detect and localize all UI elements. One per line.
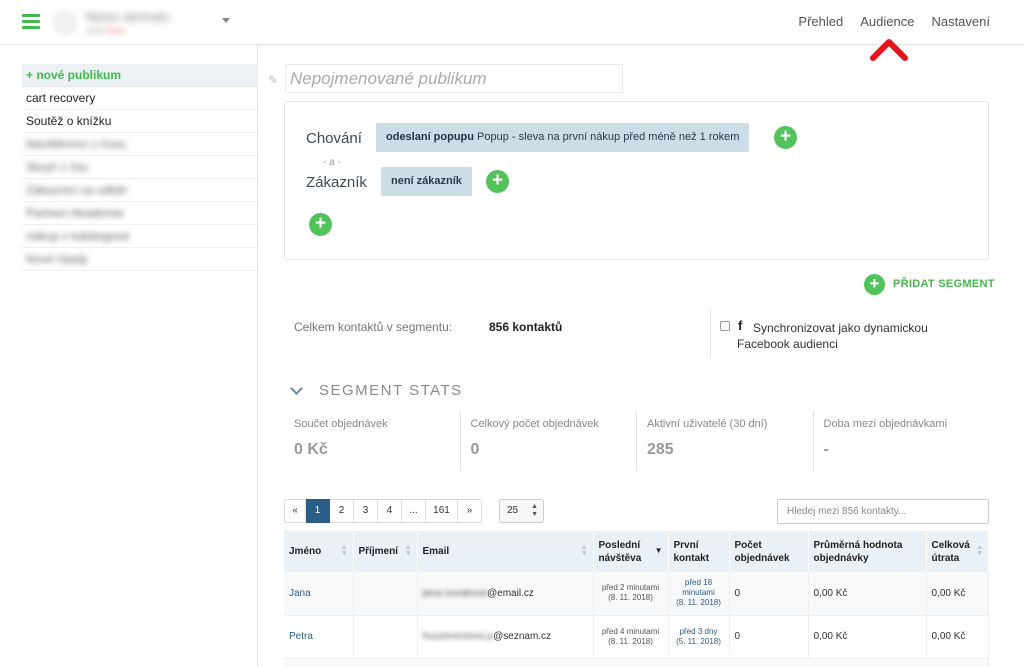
add-condition-button[interactable]: + [309,213,332,236]
segment-stats-toggle[interactable]: SEGMENT STATS [290,381,463,399]
list-item[interactable]: Zákaznici na odběr [22,179,258,202]
col-prvni-kontakt[interactable]: První kontakt [668,531,730,572]
stat-active-users: Aktivní uživatelé (30 dní) 285 [637,411,814,471]
cell-prvni-kontakt: před 3 dny (5. 11. 2018) [668,615,730,659]
chevron-down-icon [290,381,303,395]
page-prev[interactable]: « [284,499,306,523]
table-row[interactable] [284,658,989,667]
behavior-label: Chování [306,130,362,147]
list-item[interactable]: Partneri Akademie [22,202,258,225]
segment-builder: Chování odeslaní popupu Popup - sleva na… [284,101,989,260]
audience-list: + nové publikum cart recovery Soutěž o k… [22,64,258,271]
account-sub: účet free [86,26,125,37]
contacts-search-input[interactable] [777,499,989,524]
add-customer-condition-button[interactable]: + [486,170,509,193]
cell-prijmeni [353,615,418,659]
plus-icon: + [864,273,885,295]
add-segment-button[interactable]: + PŘIDAT SEGMENT [864,273,995,295]
pencil-icon: ✎ [268,73,279,87]
account-name: Název obchodu [86,10,170,24]
col-prumerna-hodnota[interactable]: Průměrná hodnota objednávky [808,531,927,572]
stat-orders-sum: Součet objednávek 0 Kč [284,411,461,471]
nav-prehled[interactable]: Přehled [798,14,843,29]
account-logo [52,10,78,36]
list-item[interactable]: nákup v katalogové [22,225,258,248]
table-row-partial [284,658,989,667]
main-nav: Přehled Audience Nastavení [798,14,990,29]
cell-posledni-navsteva: před 4 minutami (8. 11. 2018) [593,615,669,659]
divider [710,310,711,358]
cell-prijmeni [353,572,418,616]
customer-label: Zákazník [306,174,367,191]
col-pocet-objednavek[interactable]: Počet objednávek [729,531,809,572]
and-separator: - a - [323,157,341,168]
contacts-label: Celkem kontaktů v segmentu: [294,320,453,334]
cell-email: huuzimeniooo.p@seznam.cz [417,615,594,659]
cell-prumer: 0,00 Kč [808,615,927,659]
cell-jmeno: Petra [284,615,354,659]
audience-title-input[interactable] [285,64,623,93]
cell-prumer: 0,00 Kč [808,572,927,616]
nav-audience[interactable]: Audience [860,14,914,29]
cell-email: jana.novakova@email.cz [417,572,594,616]
list-item[interactable]: Návštěvníci z čsou [22,133,258,156]
list-item[interactable]: Skrytí z čsu [22,156,258,179]
cell-pocet: 0 [729,615,809,659]
audience-sidebar: + nové publikum cart recovery Soutěž o k… [0,45,258,667]
list-item[interactable]: Nové ťáady [22,248,258,271]
cell-posledni-navsteva: před 2 minutami (8. 11. 2018) [593,572,669,616]
page-last[interactable]: 161 [426,499,458,523]
facebook-sync-checkbox[interactable] [720,321,730,331]
segment-stats: Součet objednávek 0 Kč Celkový počet obje… [284,411,989,471]
col-email[interactable]: Email ▲ ▼ [417,531,594,572]
page-ellipsis: ... [402,499,426,523]
page-4[interactable]: 4 [378,499,402,523]
page-next[interactable]: » [458,499,482,523]
cell-celkem: 0,00 Kč [926,572,989,616]
segment-stats-title: SEGMENT STATS [319,382,463,399]
cell-jmeno: Jana [284,572,354,616]
page-2[interactable]: 2 [330,499,354,523]
pagination: « 1 2 3 4 ... 161 » [284,499,482,523]
account-switcher[interactable]: Název obchodu účet free [52,6,230,40]
cell-celkem: 0,00 Kč [926,615,989,659]
col-prijmeni[interactable]: Příjmení ▲ ▼ [353,531,418,572]
add-behavior-button[interactable]: + [774,126,797,149]
page-3[interactable]: 3 [354,499,378,523]
stat-order-interval: Doba mezi objednávkami - [823,418,948,458]
cell-pocet: 0 [729,572,809,616]
main-content: ✎ Chování odeslaní popupu Popup - sleva … [259,45,1024,667]
list-item[interactable]: Soutěž o knížku [22,110,258,133]
chevron-down-icon[interactable] [222,18,230,23]
table-row[interactable]: Petra huuzimeniooo.p@seznam.cz před 4 mi… [284,615,989,659]
stat-orders-count: Celkový počet objednávek 0 [461,411,637,471]
per-page-select[interactable]: 25 ▲ ▼ [499,499,544,523]
col-posledni-navsteva[interactable]: Poslední návštěva ▼ [593,531,669,572]
table-row[interactable]: Jana jana.novakova@email.cz před 2 minut… [284,572,989,616]
new-audience-item[interactable]: + nové publikum [22,64,258,87]
contacts-value: 856 kontaktů [489,320,563,334]
hamburger-menu-icon[interactable] [22,14,40,29]
add-segment-label: PŘIDAT SEGMENT [893,278,995,290]
col-jmeno[interactable]: Jméno ▲ ▼ [284,531,354,572]
page-1[interactable]: 1 [306,499,330,523]
list-item[interactable]: cart recovery [22,87,258,110]
facebook-sync-label: Synchronizovat jako dynamickou [753,321,928,335]
facebook-icon: f [738,318,743,333]
behavior-condition-chip[interactable]: odeslaní popupu Popup - sleva na první n… [376,123,750,152]
cell-prvni-kontakt: před 18 minutami (8. 11. 2018) [668,572,730,616]
contacts-table: Jméno ▲ ▼ Příjmení ▲ ▼ Email ▲ ▼ Poslední návš… [284,531,989,667]
nav-nastaveni[interactable]: Nastavení [931,14,990,29]
facebook-sync-label-2: Facebook audienci [737,337,838,351]
col-celkova-utrata[interactable]: Celková útrata ▲ ▼ [926,531,989,572]
customer-condition-chip[interactable]: není zákazník [381,167,472,196]
select-arrows-icon: ▲ ▼ [531,503,538,518]
